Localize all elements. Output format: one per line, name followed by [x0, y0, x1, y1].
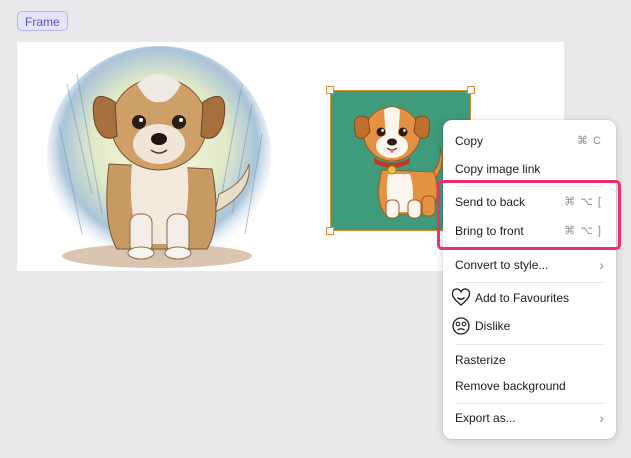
pencil-sketch-dog-image[interactable] [47, 44, 272, 269]
chevron-right-icon: › [599, 257, 604, 273]
menu-item-dislike[interactable]: Dislike [443, 314, 616, 338]
menu-divider [455, 282, 604, 283]
context-menu: Copy ⌘ C Copy image link Send to back ⌘ … [443, 120, 616, 439]
menu-item-label: Rasterize [455, 353, 506, 367]
resize-handle-top-left[interactable] [326, 86, 334, 94]
highlight-annotation-box [437, 180, 621, 250]
resize-handle-top-right[interactable] [467, 86, 475, 94]
sad-face-icon [452, 317, 470, 335]
menu-item-rasterize[interactable]: Rasterize [443, 348, 616, 372]
menu-item-label: Add to Favourites [475, 291, 570, 305]
menu-item-label: Copy [455, 134, 484, 148]
menu-item-remove-background[interactable]: Remove background [443, 374, 616, 398]
shortcut-label: ⌘ C [577, 135, 602, 147]
menu-item-label: Export as... [455, 411, 516, 425]
resize-handle-bottom-left[interactable] [326, 227, 334, 235]
frame-label[interactable]: Frame [17, 11, 68, 31]
menu-item-export-as[interactable]: Export as... › [443, 406, 616, 430]
menu-divider [455, 403, 604, 404]
menu-item-label: Copy image link [455, 162, 541, 176]
menu-item-add-to-favourites[interactable]: Add to Favourites [443, 286, 616, 310]
heart-smile-icon [451, 288, 471, 306]
menu-item-copy-image-link[interactable]: Copy image link [443, 157, 616, 181]
chevron-right-icon: › [599, 410, 604, 426]
menu-item-label: Remove background [455, 379, 566, 393]
menu-item-label: Convert to style... [455, 258, 549, 272]
menu-divider [455, 344, 604, 345]
menu-item-label: Dislike [475, 319, 511, 333]
menu-item-convert-to-style[interactable]: Convert to style... › [443, 253, 616, 277]
menu-item-copy[interactable]: Copy ⌘ C [443, 129, 616, 153]
